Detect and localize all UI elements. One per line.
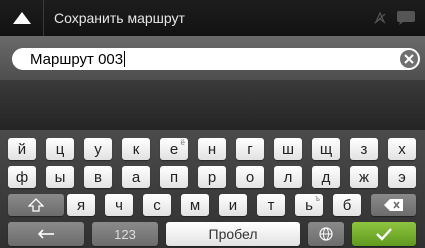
numbers-key-label: 123 — [114, 226, 136, 242]
page-title: Сохранить маршрут — [54, 10, 185, 26]
key-label: р — [207, 168, 217, 186]
key-label: ч — [115, 196, 123, 214]
key[interactable]: ч — [105, 194, 133, 216]
route-name-text: Маршрут 003 — [30, 50, 124, 68]
backspace-key[interactable] — [371, 194, 416, 216]
on-screen-keyboard: й ц у к её н г ш щ з х ф ы в а п р о л д… — [0, 130, 425, 248]
left-arrow-icon — [37, 229, 54, 239]
key[interactable]: х — [388, 138, 416, 160]
done-key[interactable] — [352, 222, 416, 246]
key[interactable]: о — [236, 166, 264, 188]
key-label: м — [189, 196, 201, 214]
route-name-input[interactable]: Маршрут 003 — [12, 48, 420, 70]
key-alt-label: ъ — [315, 194, 320, 203]
key[interactable]: ф — [8, 166, 36, 188]
key-label: ф — [15, 168, 29, 186]
key-label: к — [132, 140, 140, 158]
key-label: ж — [358, 168, 370, 186]
space-key[interactable]: Пробел — [166, 222, 300, 246]
key-label: н — [207, 140, 217, 158]
key-label: ы — [54, 168, 66, 186]
globe-icon — [319, 227, 333, 241]
key-label: з — [360, 140, 368, 158]
input-panel: Маршрут 003 — [0, 36, 425, 80]
key[interactable]: у — [84, 138, 112, 160]
key-label: ц — [55, 140, 65, 158]
shift-arrow-icon — [28, 198, 44, 212]
key[interactable]: б — [333, 194, 361, 216]
key[interactable]: с — [143, 194, 171, 216]
status-icons — [373, 10, 417, 26]
key-label: щ — [319, 140, 333, 158]
key[interactable]: ж — [350, 166, 378, 188]
back-button[interactable] — [0, 0, 44, 36]
header-bar: Сохранить маршрут — [0, 0, 425, 36]
key-label: я — [76, 196, 86, 214]
key[interactable]: ы — [46, 166, 74, 188]
key[interactable]: а — [122, 166, 150, 188]
numbers-key[interactable]: 123 — [92, 222, 158, 246]
key[interactable]: к — [122, 138, 150, 160]
cursor-left-key[interactable] — [8, 222, 84, 246]
key[interactable]: г — [236, 138, 264, 160]
key[interactable]: т — [257, 194, 285, 216]
key[interactable]: р — [198, 166, 226, 188]
key[interactable]: ц — [46, 138, 74, 160]
up-triangle-icon — [12, 12, 31, 24]
key-label: с — [153, 196, 161, 214]
key[interactable]: ш — [274, 138, 302, 160]
key-label: у — [94, 140, 102, 158]
text-caret — [124, 51, 126, 67]
key-label: о — [245, 168, 255, 186]
key-label: х — [398, 140, 406, 158]
key-label: д — [321, 168, 331, 186]
key-label: ш — [281, 140, 295, 158]
key-label: п — [169, 168, 179, 186]
key-label: е — [169, 140, 179, 158]
key-label: а — [131, 168, 141, 186]
key[interactable]: я — [67, 194, 95, 216]
key[interactable]: и — [219, 194, 247, 216]
key[interactable]: м — [181, 194, 209, 216]
key-label: т — [267, 196, 275, 214]
suggestions-area — [0, 80, 425, 130]
key-alt-label: ё — [180, 138, 185, 147]
shift-key[interactable] — [8, 194, 64, 216]
gps-icon — [374, 11, 386, 24]
space-key-label: Пробел — [208, 226, 258, 242]
key-label: б — [342, 196, 352, 214]
checkmark-icon — [376, 228, 392, 241]
key-label: л — [283, 168, 293, 186]
key-label: й — [17, 140, 27, 158]
key[interactable]: в — [84, 166, 112, 188]
clear-x-icon — [404, 54, 414, 64]
key[interactable]: з — [350, 138, 378, 160]
key[interactable]: её — [160, 138, 188, 160]
key-label: э — [398, 168, 406, 186]
clear-button[interactable] — [400, 50, 418, 68]
key-label: и — [228, 196, 238, 214]
backspace-icon — [383, 199, 403, 211]
key[interactable]: щ — [312, 138, 340, 160]
key-label: ь — [305, 196, 313, 214]
key[interactable]: д — [312, 166, 340, 188]
key[interactable]: й — [8, 138, 36, 160]
key[interactable]: э — [388, 166, 416, 188]
key-label: в — [94, 168, 102, 186]
message-icon[interactable] — [395, 10, 417, 26]
key-label: г — [247, 140, 253, 158]
language-key[interactable] — [308, 222, 344, 246]
key[interactable]: ьъ — [295, 194, 323, 216]
key[interactable]: н — [198, 138, 226, 160]
key[interactable]: л — [274, 166, 302, 188]
key[interactable]: п — [160, 166, 188, 188]
